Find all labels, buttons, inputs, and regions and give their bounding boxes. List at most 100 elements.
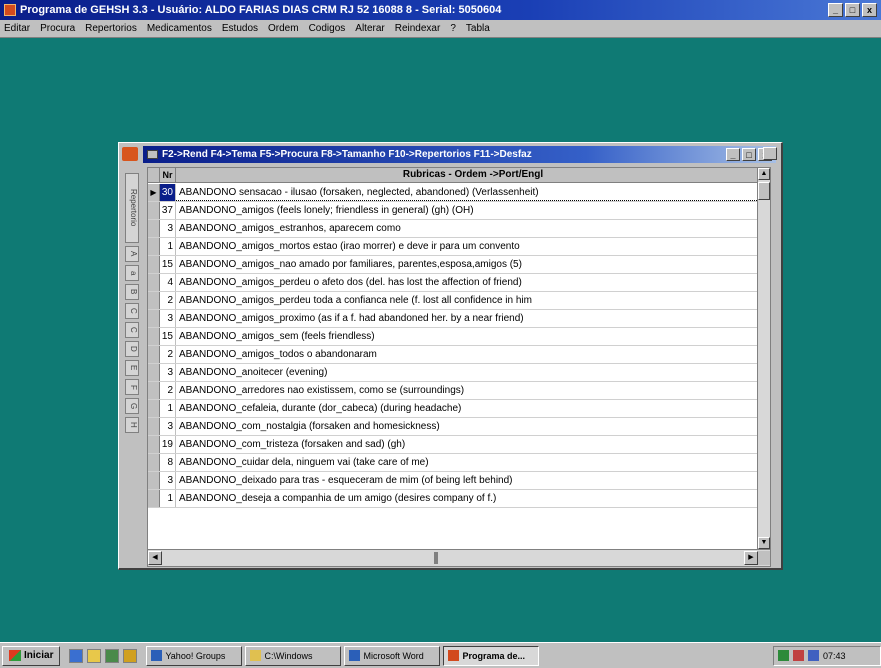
side-tab[interactable]: C xyxy=(125,322,139,338)
row-rubric[interactable]: ABANDONO_amigos (feels lonely; friendles… xyxy=(176,202,757,219)
row-rubric[interactable]: ABANDONO_cuidar dela, ninguem vai (take … xyxy=(176,454,757,471)
menu-repertorios[interactable]: Repertorios xyxy=(85,23,137,34)
side-tab[interactable]: B xyxy=(125,284,139,300)
row-selector[interactable] xyxy=(148,256,160,273)
volume-icon[interactable] xyxy=(808,650,819,661)
child-maximize-button[interactable]: □ xyxy=(742,148,756,161)
horizontal-scrollbar[interactable]: ◀ ▶ xyxy=(148,549,770,566)
scroll-up-arrow-icon[interactable]: ▲ xyxy=(758,168,770,180)
row-rubric[interactable]: ABANDONO_amigos_sem (feels friendless) xyxy=(176,328,757,345)
table-row[interactable]: 19 ABANDONO_com_tristeza (forsaken and sa… xyxy=(148,436,757,454)
antivirus-icon[interactable] xyxy=(793,650,804,661)
menu-alterar[interactable]: Alterar xyxy=(355,23,384,34)
side-tab[interactable]: a xyxy=(125,265,139,281)
row-rubric[interactable]: ABANDONO_deseja a companhia de um amigo … xyxy=(176,490,757,507)
row-rubric[interactable]: ABANDONO_amigos_nao amado por familiares… xyxy=(176,256,757,273)
row-selector[interactable] xyxy=(148,472,160,489)
system-menu-icon[interactable] xyxy=(147,150,158,159)
scroll-down-arrow-icon[interactable]: ▼ xyxy=(758,537,770,549)
row-rubric[interactable]: ABANDONO sensacao - ilusao (forsaken, ne… xyxy=(176,184,757,201)
side-tab[interactable]: A xyxy=(125,246,139,262)
horizontal-scroll-thumb[interactable] xyxy=(434,552,438,564)
outlook-icon[interactable] xyxy=(87,648,102,663)
table-row[interactable]: 3 ABANDONO_deixado para tras - esqueceram… xyxy=(148,472,757,490)
side-tab[interactable]: G xyxy=(125,398,139,414)
task-windows-folder[interactable]: C:\Windows xyxy=(245,645,342,666)
horizontal-scroll-track[interactable] xyxy=(162,551,744,565)
clock[interactable]: 07:43 xyxy=(823,651,846,661)
row-selector[interactable] xyxy=(148,220,160,237)
menu-estudos[interactable]: Estudos xyxy=(222,23,258,34)
scroll-left-arrow-icon[interactable]: ◀ xyxy=(148,551,162,565)
table-row[interactable]: 3 ABANDONO_com_nostalgia (forsaken and ho… xyxy=(148,418,757,436)
table-row[interactable]: 15 ABANDONO_amigos_nao amado por familiar… xyxy=(148,256,757,274)
table-row[interactable]: 1 ABANDONO_cefaleia, durante (dor_cabeca)… xyxy=(148,400,757,418)
row-selector[interactable] xyxy=(148,436,160,453)
table-row[interactable]: 1 ABANDONO_amigos_mortos estao (irao morr… xyxy=(148,238,757,256)
desktop-icon[interactable] xyxy=(105,648,120,663)
table-row[interactable]: 2 ABANDONO_amigos_perdeu toda a confianca… xyxy=(148,292,757,310)
table-row[interactable]: ▶ 30 ABANDONO sensacao - ilusao (forsaken,… xyxy=(148,184,757,202)
outer-close-button[interactable] xyxy=(763,147,777,160)
network-icon[interactable] xyxy=(778,650,789,661)
task-microsoft-word[interactable]: Microsoft Word xyxy=(344,645,441,666)
row-rubric[interactable]: ABANDONO_amigos_proximo (as if a f. had … xyxy=(176,310,757,327)
child-minimize-button[interactable]: _ xyxy=(726,148,740,161)
menu-tabla[interactable]: Tabla xyxy=(466,23,490,34)
row-rubric[interactable]: ABANDONO_anoitecer (evening) xyxy=(176,364,757,381)
row-rubric[interactable]: ABANDONO_amigos_mortos estao (irao morre… xyxy=(176,238,757,255)
rubric-window-titlebar[interactable]: F2->Rend F4->Tema F5->Procura F8->Tamanh… xyxy=(143,146,776,163)
menu-help[interactable]: ? xyxy=(450,23,456,34)
task-yahoo-groups[interactable]: Yahoo! Groups xyxy=(146,645,243,666)
table-row[interactable]: 15 ABANDONO_amigos_sem (feels friendless) xyxy=(148,328,757,346)
row-selector[interactable] xyxy=(148,202,160,219)
row-selector[interactable] xyxy=(148,328,160,345)
row-selector[interactable] xyxy=(148,274,160,291)
scroll-right-arrow-icon[interactable]: ▶ xyxy=(744,551,758,565)
rubric-grid[interactable]: Nr Rubricas - Ordem ->Port/Engl ▶ 30 ABAND… xyxy=(147,167,771,567)
internet-explorer-icon[interactable] xyxy=(69,648,84,663)
main-titlebar[interactable]: Programa de GEHSH 3.3 - Usuário: ALDO FA… xyxy=(0,0,881,20)
row-rubric[interactable]: ABANDONO_com_nostalgia (forsaken and hom… xyxy=(176,418,757,435)
table-row[interactable]: 3 ABANDONO_anoitecer (evening) xyxy=(148,364,757,382)
table-row[interactable]: 2 ABANDONO_amigos_todos o abandonaram xyxy=(148,346,757,364)
side-tab[interactable]: F xyxy=(125,379,139,395)
row-selector[interactable] xyxy=(148,418,160,435)
menu-medicamentos[interactable]: Medicamentos xyxy=(147,23,212,34)
side-tab-repertorio[interactable]: Repertorio xyxy=(125,173,139,243)
row-selector[interactable] xyxy=(148,238,160,255)
start-button[interactable]: Iniciar xyxy=(2,645,61,666)
row-rubric[interactable]: ABANDONO_arredores nao existissem, como … xyxy=(176,382,757,399)
table-row[interactable]: 2 ABANDONO_arredores nao existissem, como… xyxy=(148,382,757,400)
side-tab[interactable]: D xyxy=(125,341,139,357)
column-header-nr[interactable]: Nr xyxy=(160,168,176,182)
table-row[interactable]: 1 ABANDONO_deseja a companhia de um amigo… xyxy=(148,490,757,508)
menu-reindexar[interactable]: Reindexar xyxy=(395,23,441,34)
row-selector[interactable] xyxy=(148,382,160,399)
minimize-button[interactable]: _ xyxy=(828,3,843,17)
menu-procura[interactable]: Procura xyxy=(40,23,75,34)
row-rubric[interactable]: ABANDONO_amigos_perdeu toda a confianca … xyxy=(176,292,757,309)
row-rubric[interactable]: ABANDONO_amigos_perdeu o afeto dos (del.… xyxy=(176,274,757,291)
menu-editar[interactable]: Editar xyxy=(4,23,30,34)
column-header-rubricas[interactable]: Rubricas - Ordem ->Port/Engl xyxy=(176,168,770,182)
vertical-scrollbar[interactable]: ▲ ▼ xyxy=(757,168,770,549)
row-selector[interactable] xyxy=(148,400,160,417)
table-row[interactable]: 4 ABANDONO_amigos_perdeu o afeto dos (del… xyxy=(148,274,757,292)
row-selector[interactable] xyxy=(148,364,160,381)
maximize-button[interactable]: □ xyxy=(845,3,860,17)
row-rubric[interactable]: ABANDONO_com_tristeza (forsaken and sad)… xyxy=(176,436,757,453)
window-icon[interactable] xyxy=(122,147,138,161)
row-selector[interactable] xyxy=(148,454,160,471)
table-row[interactable]: 8 ABANDONO_cuidar dela, ninguem vai (take… xyxy=(148,454,757,472)
table-row[interactable]: 3 ABANDONO_amigos_estranhos, aparecem com… xyxy=(148,220,757,238)
side-tab[interactable]: E xyxy=(125,360,139,376)
row-selector[interactable] xyxy=(148,310,160,327)
media-player-icon[interactable] xyxy=(123,648,138,663)
side-tab[interactable]: H xyxy=(125,417,139,433)
row-rubric[interactable]: ABANDONO_deixado para tras - esqueceram … xyxy=(176,472,757,489)
resize-grip-icon[interactable] xyxy=(758,551,770,565)
row-selector[interactable] xyxy=(148,346,160,363)
row-rubric[interactable]: ABANDONO_amigos_estranhos, aparecem como xyxy=(176,220,757,237)
close-button[interactable]: x xyxy=(862,3,877,17)
